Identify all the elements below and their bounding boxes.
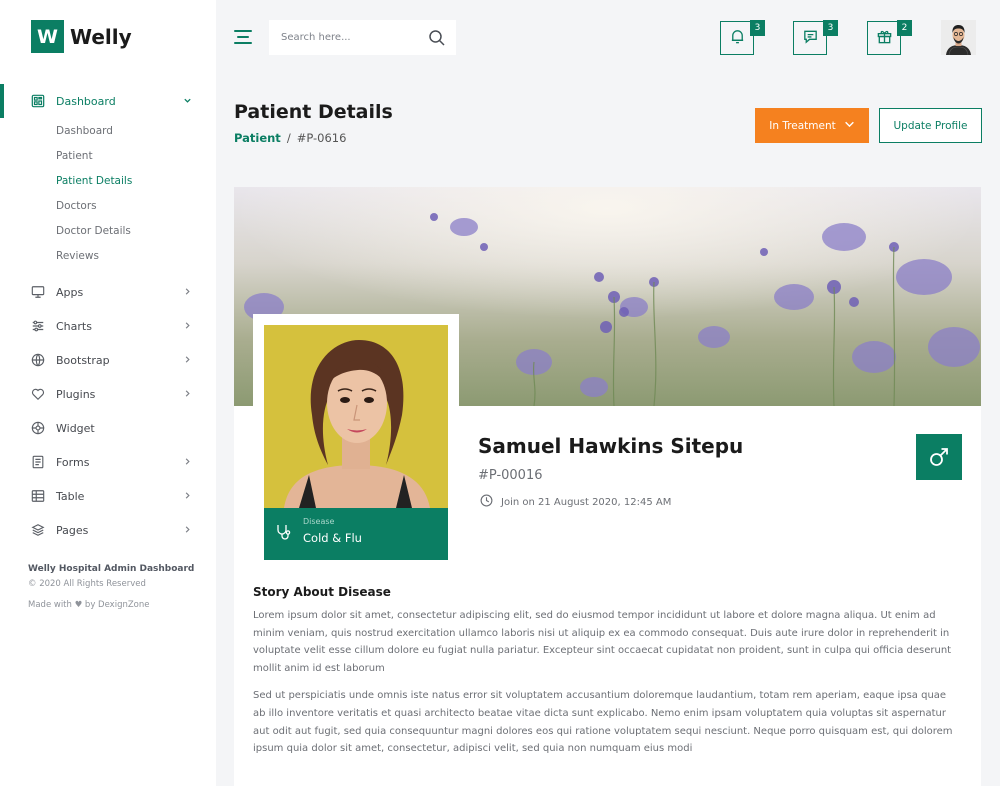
submenu-doctor-details[interactable]: Doctor Details (56, 219, 216, 244)
brand-name: Welly (70, 24, 132, 49)
brand[interactable]: W Welly (31, 20, 132, 53)
sidebar-footer: Welly Hospital Admin Dashboard © 2020 Al… (28, 564, 198, 610)
brand-logo: W (31, 20, 64, 53)
gift-icon (876, 28, 893, 49)
patient-photo-frame: Disease Cold & Flu (253, 314, 459, 565)
dashboard-submenu: Dashboard Patient Patient Details Doctor… (0, 118, 216, 275)
notifications-button[interactable]: 3 (720, 20, 765, 55)
patient-id: #P-00016 (478, 468, 543, 483)
submenu-doctors[interactable]: Doctors (56, 194, 216, 219)
patient-card: Disease Cold & Flu Samuel Hawkins Sitepu… (234, 187, 981, 786)
monitor-icon (31, 285, 45, 299)
sidebar-item-label: Forms (56, 455, 90, 469)
menu-toggle-icon[interactable] (234, 30, 252, 46)
table-icon (31, 489, 45, 503)
heart-icon (31, 387, 45, 401)
search-icon[interactable] (428, 29, 446, 47)
sidebar-item-label: Charts (56, 319, 92, 333)
update-profile-button[interactable]: Update Profile (879, 108, 982, 143)
stethoscope-icon (275, 523, 293, 541)
disease-value: Cold & Flu (303, 531, 362, 545)
chevron-right-icon (183, 389, 192, 401)
sidebar-item-dashboard[interactable]: Dashboard (0, 84, 216, 118)
form-icon (31, 455, 45, 469)
sliders-icon (31, 319, 45, 333)
gifts-badge: 2 (897, 20, 912, 36)
clock-icon (480, 494, 493, 510)
sidebar: W Welly Dashboard Dashboard Patient Pati… (0, 0, 216, 786)
chevron-right-icon (183, 491, 192, 503)
sidebar-item-table[interactable]: Table (0, 479, 216, 513)
sidebar-item-charts[interactable]: Charts (0, 309, 216, 343)
chevron-right-icon (183, 457, 192, 469)
story-text: Lorem ipsum dolor sit amet, consectetur … (253, 607, 953, 768)
chevron-right-icon (183, 287, 192, 299)
story-title: Story About Disease (253, 585, 391, 599)
globe-icon (31, 353, 45, 367)
layers-icon (31, 523, 45, 537)
search-input[interactable] (281, 32, 428, 43)
chevron-right-icon (183, 355, 192, 367)
submenu-patient-details[interactable]: Patient Details (56, 169, 216, 194)
patient-name: Samuel Hawkins Sitepu (478, 434, 744, 458)
sidebar-item-label: Widget (56, 421, 95, 435)
sidebar-item-plugins[interactable]: Plugins (0, 377, 216, 411)
submenu-patient[interactable]: Patient (56, 144, 216, 169)
join-date: Join on 21 August 2020, 12:45 AM (480, 494, 671, 510)
chat-icon (802, 28, 819, 49)
settings-icon (31, 421, 45, 435)
breadcrumb-patient-link[interactable]: Patient (234, 131, 281, 145)
story-paragraph: Sed ut perspiciatis unde omnis iste natu… (253, 690, 953, 755)
chevron-right-icon (183, 321, 192, 333)
submenu-reviews[interactable]: Reviews (56, 244, 216, 269)
story-paragraph: Lorem ipsum dolor sit amet, consectetur … (253, 610, 952, 674)
sidebar-item-label: Pages (56, 523, 89, 537)
breadcrumb-current: #P-0616 (296, 131, 347, 145)
status-dropdown-button[interactable]: In Treatment (755, 108, 869, 143)
sidebar-item-label: Dashboard (56, 94, 116, 108)
sidebar-item-apps[interactable]: Apps (0, 275, 216, 309)
footer-copyright: © 2020 All Rights Reserved (28, 579, 146, 589)
search-bar (269, 20, 456, 55)
messages-button[interactable]: 3 (793, 20, 838, 55)
submenu-dashboard[interactable]: Dashboard (56, 119, 216, 144)
notifications-badge: 3 (750, 20, 765, 36)
bell-icon (729, 28, 746, 49)
chevron-down-icon (183, 96, 192, 108)
sidebar-menu: Dashboard Dashboard Patient Patient Deta… (0, 84, 216, 547)
join-date-text: Join on 21 August 2020, 12:45 AM (501, 496, 672, 508)
disease-label: Disease (303, 517, 335, 526)
chevron-right-icon (183, 525, 192, 537)
sidebar-item-label: Apps (56, 285, 84, 299)
sidebar-item-forms[interactable]: Forms (0, 445, 216, 479)
gifts-button[interactable]: 2 (867, 20, 912, 55)
chevron-down-icon (844, 119, 855, 133)
breadcrumb-separator: / (286, 131, 291, 145)
footer-title: Welly Hospital Admin Dashboard (28, 564, 195, 574)
male-icon (916, 434, 962, 480)
sidebar-item-widget[interactable]: Widget (0, 411, 216, 445)
user-avatar[interactable] (941, 20, 976, 55)
sidebar-item-label: Bootstrap (56, 353, 110, 367)
sidebar-item-pages[interactable]: Pages (0, 513, 216, 547)
sidebar-item-label: Plugins (56, 387, 96, 401)
patient-photo (264, 325, 448, 508)
sidebar-item-label: Table (56, 489, 85, 503)
breadcrumb: Patient / #P-0616 (234, 131, 346, 145)
sidebar-item-bootstrap[interactable]: Bootstrap (0, 343, 216, 377)
dashboard-icon (31, 94, 45, 108)
disease-panel: Disease Cold & Flu (264, 508, 448, 560)
messages-badge: 3 (823, 20, 838, 36)
status-label: In Treatment (769, 119, 836, 132)
footer-credit: Made with ♥ by DexignZone (28, 600, 150, 610)
page-title: Patient Details (234, 101, 393, 123)
